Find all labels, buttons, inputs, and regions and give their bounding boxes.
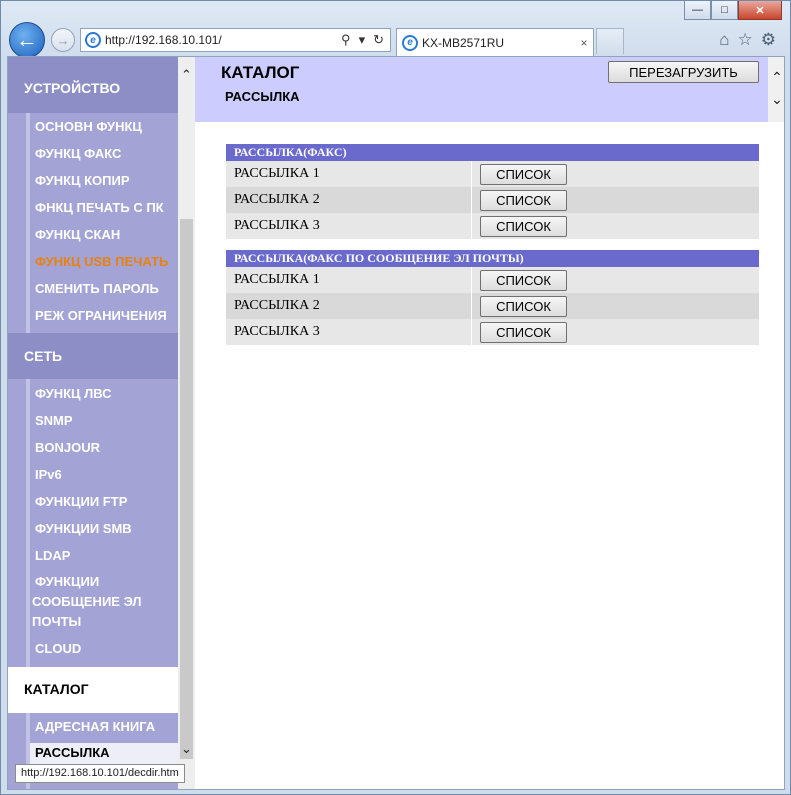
sidebar-section-directory[interactable]: КАТАЛОГ: [8, 667, 178, 713]
dropdown-icon[interactable]: ▾: [359, 32, 366, 48]
sidebar-item-copy[interactable]: ФУНКЦ КОПИР: [35, 171, 178, 191]
tab-active[interactable]: e KX-MB2571RU ×: [396, 28, 594, 56]
ie-logo-icon: e: [85, 32, 101, 48]
address-bar[interactable]: e http://192.168.10.101/ ⚲ ▾ ↻: [80, 28, 391, 52]
sidebar-item-basic[interactable]: ОСНОВН ФУНКЦ: [35, 117, 178, 137]
page-title: КАТАЛОГ: [221, 63, 300, 82]
arrow-left-icon: ←: [16, 27, 38, 52]
sidebar-group-bar: [26, 379, 30, 667]
sidebar-item-cloud[interactable]: CLOUD: [35, 639, 178, 659]
tab-close-icon[interactable]: ×: [575, 36, 593, 50]
chevron-up-icon[interactable]: ⌃: [768, 69, 784, 87]
table-row: РАССЫЛКА 2 СПИСОК: [226, 293, 759, 319]
reload-button[interactable]: ПЕРЕЗАГРУЗИТЬ: [608, 61, 759, 83]
broadcast-fax-table: РАССЫЛКА(ФАКС) РАССЫЛКА 1 СПИСОК РАССЫЛК…: [226, 144, 759, 239]
row-label: РАССЫЛКА 1: [226, 267, 472, 293]
row-label: РАССЫЛКА 3: [226, 213, 472, 239]
list-button[interactable]: СПИСОК: [480, 321, 567, 343]
row-label: РАССЫЛКА 1: [226, 161, 472, 187]
refresh-icon[interactable]: ↻: [373, 32, 384, 48]
sidebar-item-email-line3[interactable]: ПОЧТЫ: [32, 612, 175, 632]
broadcast-email-fax-table: РАССЫЛКА(ФАКС ПО СООБЩЕНИЕ ЭЛ ПОЧТЫ) РАС…: [226, 250, 759, 345]
sidebar-item-pc-print[interactable]: ФНКЦ ПЕЧАТЬ С ПК: [35, 198, 178, 218]
new-tab-button[interactable]: [596, 28, 624, 54]
list-button[interactable]: СПИСОК: [480, 269, 567, 291]
sidebar-section-device[interactable]: УСТРОЙСТВО: [8, 57, 178, 113]
forward-button[interactable]: →: [51, 28, 75, 52]
row-label: РАССЫЛКА 3: [226, 319, 472, 345]
sidebar-item-email-line1[interactable]: ФУНКЦИИ: [35, 572, 178, 592]
sidebar-group-bar: [26, 113, 30, 333]
sidebar-item-broadcast[interactable]: РАССЫЛКА: [30, 743, 178, 765]
browser-window: — □ ✕ ← → e http://192.168.10.101/ ⚲ ▾ ↻…: [0, 0, 791, 795]
sidebar-item-address-book[interactable]: АДРЕСНАЯ КНИГА: [35, 717, 178, 737]
tab-title: KX-MB2571RU: [422, 35, 505, 50]
row-action: СПИСОК: [472, 293, 759, 319]
row-action: СПИСОК: [472, 319, 759, 345]
sidebar-item-change-password[interactable]: СМЕНИТЬ ПАРОЛЬ: [35, 279, 178, 299]
page-subtitle: РАССЫЛКА: [225, 89, 300, 104]
sidebar-item-ftp[interactable]: ФУНКЦИИ FTP: [35, 492, 178, 512]
row-action: СПИСОК: [472, 213, 759, 239]
table-row: РАССЫЛКА 1 СПИСОК: [226, 161, 759, 187]
address-url[interactable]: http://192.168.10.101/: [105, 33, 341, 47]
search-icon[interactable]: ⚲: [341, 32, 351, 48]
maximize-button[interactable]: □: [711, 1, 738, 20]
header-scrollbar[interactable]: ⌃ ⌄: [768, 57, 784, 122]
row-label: РАССЫЛКА 2: [226, 187, 472, 213]
window-controls: — □ ✕: [684, 1, 782, 21]
table-row: РАССЫЛКА 1 СПИСОК: [226, 267, 759, 293]
table-row: РАССЫЛКА 3 СПИСОК: [226, 213, 759, 239]
sidebar-item-scan[interactable]: ФУНКЦ СКАН: [35, 225, 178, 245]
row-action: СПИСОК: [472, 187, 759, 213]
row-action: СПИСОК: [472, 161, 759, 187]
sidebar-item-restriction[interactable]: РЕЖ ОГРАНИЧЕНИЯ: [35, 306, 178, 326]
list-button[interactable]: СПИСОК: [480, 295, 567, 317]
home-icon[interactable]: ⌂: [719, 30, 729, 50]
table-title: РАССЫЛКА(ФАКС): [226, 144, 759, 161]
sidebar-scrollbar[interactable]: ⌃ ⌄: [178, 57, 195, 789]
sidebar-item-smb[interactable]: ФУНКЦИИ SMB: [35, 519, 178, 539]
gear-icon[interactable]: ⚙: [761, 30, 776, 50]
row-label: РАССЫЛКА 2: [226, 293, 472, 319]
chevron-down-icon[interactable]: ⌄: [178, 741, 195, 758]
browser-toolbar-icons: ⌂ ☆ ⚙: [719, 30, 776, 50]
arrow-right-icon: →: [56, 32, 70, 48]
ie-tab-icon: e: [402, 34, 418, 51]
close-window-button[interactable]: ✕: [738, 1, 782, 20]
sidebar-item-fax[interactable]: ФУНКЦ ФАКС: [35, 144, 178, 164]
row-action: СПИСОК: [472, 267, 759, 293]
sidebar-item-bonjour[interactable]: BONJOUR: [35, 438, 178, 458]
table-row: РАССЫЛКА 2 СПИСОК: [226, 187, 759, 213]
content-frame: КАТАЛОГ РАССЫЛКА ПЕРЕЗАГРУЗИТЬ ⌃ ⌄ РАССЫ…: [195, 57, 784, 789]
sidebar-item-usb-print[interactable]: ФУНКЦ USB ПЕЧАТЬ: [35, 252, 178, 272]
status-url-tooltip: http://192.168.10.101/decdir.htm: [15, 764, 185, 783]
chevron-up-icon[interactable]: ⌃: [178, 67, 195, 84]
sidebar-item-email-line2[interactable]: СООБЩЕНИЕ ЭЛ: [32, 592, 175, 612]
sidebar-item-ipv6[interactable]: IPv6: [35, 465, 178, 485]
list-button[interactable]: СПИСОК: [480, 163, 567, 185]
sidebar-section-network[interactable]: СЕТЬ: [8, 333, 178, 379]
list-button[interactable]: СПИСОК: [480, 215, 567, 237]
star-icon[interactable]: ☆: [738, 30, 753, 50]
sidebar-item-lan[interactable]: ФУНКЦ ЛВС: [35, 384, 178, 404]
back-button[interactable]: ←: [9, 22, 45, 58]
sidebar-item-ldap[interactable]: LDAP: [35, 546, 178, 566]
table-row: РАССЫЛКА 3 СПИСОК: [226, 319, 759, 345]
chevron-down-icon[interactable]: ⌄: [768, 91, 784, 109]
minimize-button[interactable]: —: [684, 1, 711, 20]
sidebar-item-snmp[interactable]: SNMP: [35, 411, 178, 431]
page-header: КАТАЛОГ РАССЫЛКА ПЕРЕЗАГРУЗИТЬ: [195, 57, 768, 122]
sidebar-frame: УСТРОЙСТВО ОСНОВН ФУНКЦ ФУНКЦ ФАКС ФУНКЦ…: [8, 57, 195, 789]
list-button[interactable]: СПИСОК: [480, 189, 567, 211]
page-viewport: УСТРОЙСТВО ОСНОВН ФУНКЦ ФУНКЦ ФАКС ФУНКЦ…: [7, 56, 785, 790]
table-title: РАССЫЛКА(ФАКС ПО СООБЩЕНИЕ ЭЛ ПОЧТЫ): [226, 250, 759, 267]
scrollbar-thumb[interactable]: [180, 219, 193, 759]
